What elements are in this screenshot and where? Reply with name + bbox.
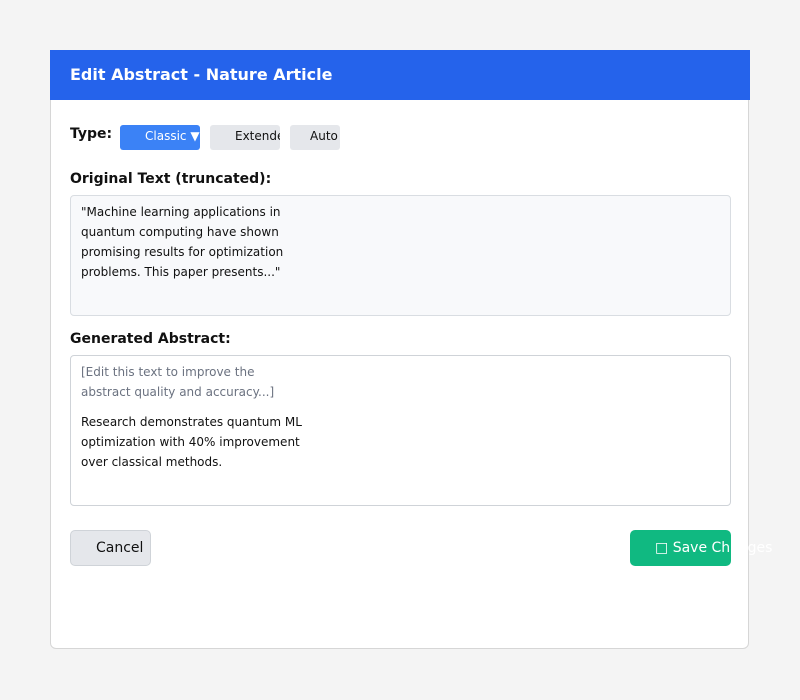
- editor-placeholder-line: abstract quality and accuracy...]: [81, 385, 275, 399]
- editor-placeholder-line: [Edit this text to improve the: [81, 365, 255, 379]
- original-text-label: Original Text (truncated):: [70, 171, 272, 187]
- generated-abstract-line: Research demonstrates quantum ML: [81, 415, 302, 429]
- dialog-title: Edit Abstract - Nature Article: [50, 50, 750, 100]
- original-text-line: "Machine learning applications in: [81, 205, 281, 219]
- cancel-button[interactable]: Cancel: [70, 530, 151, 566]
- type-option-classic[interactable]: Classic ▼: [120, 125, 200, 150]
- original-text-line: promising results for optimization: [81, 245, 284, 259]
- save-button-label: Save Changes: [672, 540, 773, 556]
- edit-abstract-dialog: Edit Abstract - Nature Article Type: Cla…: [50, 50, 772, 649]
- type-label: Type:: [70, 126, 113, 142]
- type-option-extended[interactable]: Extended: [210, 125, 280, 150]
- generated-abstract-editor[interactable]: [Edit this text to improve the abstract …: [70, 355, 731, 506]
- type-option-auto[interactable]: Auto: [290, 125, 340, 150]
- save-icon: □: [655, 540, 669, 556]
- save-changes-button[interactable]: □ Save Changes: [630, 530, 772, 566]
- generated-abstract-line: over classical methods.: [81, 455, 223, 469]
- generated-abstract-line: optimization with 40% improvement: [81, 435, 300, 449]
- original-text-line: quantum computing have shown: [81, 225, 279, 239]
- original-text-line: problems. This paper presents...": [81, 265, 281, 279]
- generated-abstract-label: Generated Abstract:: [70, 331, 231, 347]
- original-text-box: "Machine learning applications in quantu…: [70, 195, 731, 316]
